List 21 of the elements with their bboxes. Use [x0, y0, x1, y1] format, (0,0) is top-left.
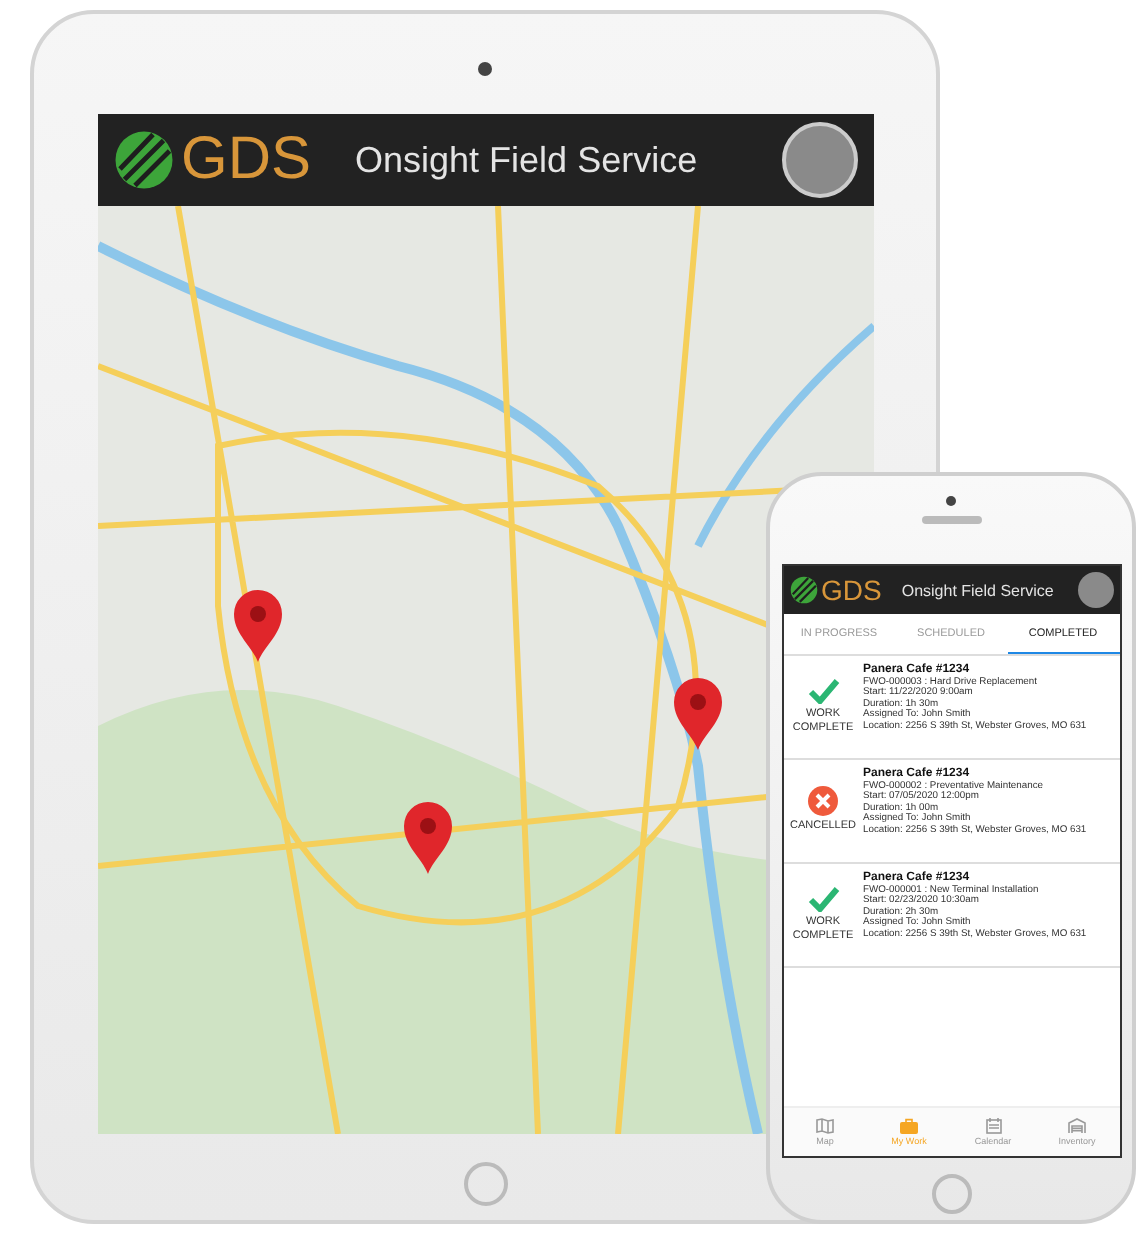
checkmark-icon — [807, 885, 839, 912]
map-pin-icon — [233, 590, 281, 662]
logo-text: GDS — [821, 574, 882, 606]
speaker-grille — [921, 516, 981, 524]
app-title: Onsight Field Service — [901, 581, 1056, 599]
cancel-icon — [808, 786, 838, 817]
camera-icon — [946, 496, 956, 506]
avatar[interactable] — [781, 122, 857, 198]
logo-text: GDS — [181, 126, 312, 194]
map-pin-icon — [673, 678, 721, 750]
briefcase-icon — [900, 1118, 918, 1134]
globe-logo-icon — [113, 130, 173, 190]
app-title: Onsight Field Service — [355, 139, 700, 181]
map-pin-icon — [403, 802, 451, 874]
calendar-icon — [985, 1118, 1001, 1134]
warehouse-icon — [1068, 1118, 1086, 1134]
avatar[interactable] — [1077, 572, 1113, 608]
map-icon — [816, 1118, 834, 1134]
globe-logo-icon — [789, 576, 817, 604]
camera-icon — [478, 62, 492, 76]
checkmark-icon — [807, 677, 839, 704]
